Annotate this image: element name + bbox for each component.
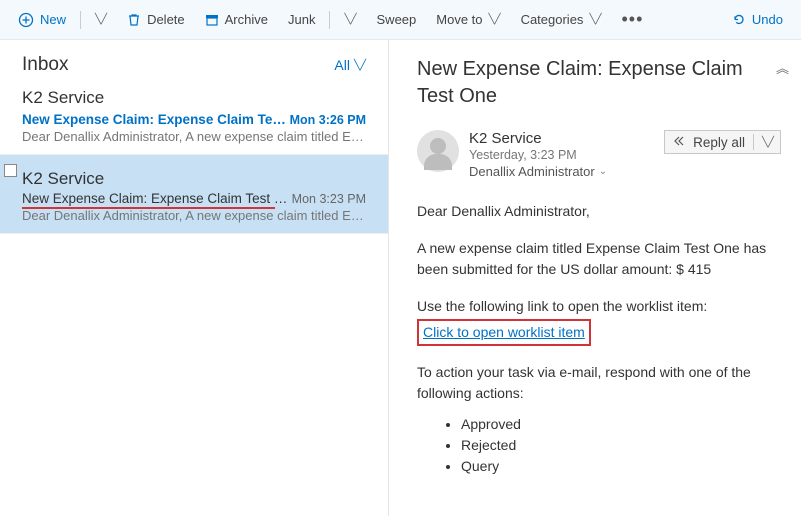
highlight-underline: [22, 207, 275, 209]
message-group: K2 Service New Expense Claim: Expense Cl…: [0, 82, 388, 155]
message-from: K2 Service: [0, 82, 388, 108]
recipient: Denallix Administrator ⌄: [469, 164, 654, 179]
filter-label: All: [334, 57, 350, 73]
body-greeting: Dear Denallix Administrator,: [417, 201, 781, 222]
separator: [753, 134, 754, 150]
ellipsis-icon: •••: [621, 9, 643, 30]
trash-icon: [127, 13, 141, 27]
expand-recipients-icon[interactable]: ⌄: [599, 166, 607, 177]
message-from: K2 Service: [22, 163, 366, 189]
message-list-pane: Inbox All ╲╱ K2 Service New Expense Clai…: [0, 40, 389, 516]
new-dropdown[interactable]: ╲╱: [87, 10, 115, 29]
separator: [80, 11, 81, 29]
move-to-label: Move to: [436, 12, 482, 27]
separator: [329, 11, 330, 29]
toolbar: New ╲╱ Delete Archive Junk ╲╱ Sweep Move…: [0, 0, 801, 40]
delete-label: Delete: [147, 12, 185, 27]
junk-label: Junk: [288, 12, 315, 27]
actions-list: Approved Rejected Query: [417, 414, 781, 477]
chevron-down-icon: ╲╱: [354, 60, 366, 71]
move-to-button[interactable]: Move to ╲╱: [428, 8, 508, 31]
archive-icon: [205, 13, 219, 27]
highlighted-link-box: Click to open worklist item: [417, 319, 591, 346]
junk-button[interactable]: Junk: [280, 8, 323, 31]
sweep-label: Sweep: [377, 12, 417, 27]
archive-label: Archive: [225, 12, 268, 27]
message-preview: Dear Denallix Administrator, A new expen…: [22, 129, 366, 144]
select-checkbox[interactable]: [4, 164, 17, 177]
message-group: K2 Service New Expense Claim: Expense Cl…: [0, 155, 388, 234]
reading-pane: ︽ New Expense Claim: Expense Claim Test …: [389, 40, 801, 516]
undo-label: Undo: [752, 12, 783, 27]
body-paragraph: To action your task via e-mail, respond …: [417, 362, 781, 404]
chevron-down-icon[interactable]: ╲╱: [762, 137, 774, 148]
main-split: Inbox All ╲╱ K2 Service New Expense Clai…: [0, 40, 801, 516]
worklist-link[interactable]: Click to open worklist item: [423, 324, 585, 340]
collapse-icon[interactable]: ︽: [776, 58, 789, 77]
reply-all-label: Reply all: [693, 135, 745, 150]
categories-label: Categories: [521, 12, 584, 27]
chevron-down-icon: ╲╱: [489, 14, 501, 25]
undo-button[interactable]: Undo: [723, 8, 791, 31]
message-time: Mon 3:23 PM: [292, 192, 366, 206]
body-paragraph: Use the following link to open the workl…: [417, 296, 781, 317]
message-time: Mon 3:26 PM: [290, 113, 366, 127]
new-label: New: [40, 12, 66, 27]
action-item: Rejected: [461, 435, 781, 456]
chevron-down-icon: ╲╱: [344, 14, 356, 25]
filter-dropdown[interactable]: All ╲╱: [334, 57, 366, 73]
reply-all-icon: [673, 135, 687, 150]
recipient-name: Denallix Administrator: [469, 164, 595, 179]
delete-button[interactable]: Delete: [119, 8, 193, 31]
chevron-down-icon: ╲╱: [589, 14, 601, 25]
message-item[interactable]: New Expense Claim: Expense Claim Test Tw…: [0, 108, 388, 155]
message-item[interactable]: K2 Service New Expense Claim: Expense Cl…: [0, 155, 388, 234]
action-item: Query: [461, 456, 781, 477]
email-subject: New Expense Claim: Expense Claim Test On…: [417, 56, 781, 110]
more-actions-button[interactable]: •••: [613, 5, 651, 34]
action-item: Approved: [461, 414, 781, 435]
new-button[interactable]: New: [10, 8, 74, 32]
email-body: Dear Denallix Administrator, A new expen…: [417, 201, 781, 477]
folder-title: Inbox: [22, 54, 68, 76]
sender-name: K2 Service: [469, 130, 654, 147]
message-preview: Dear Denallix Administrator, A new expen…: [22, 208, 366, 223]
sent-date: Yesterday, 3:23 PM: [469, 148, 654, 162]
undo-icon: [731, 12, 746, 27]
avatar: [417, 130, 459, 172]
list-header: Inbox All ╲╱: [0, 40, 388, 82]
sweep-button[interactable]: Sweep: [369, 8, 425, 31]
categories-button[interactable]: Categories ╲╱: [513, 8, 610, 31]
sender-row: K2 Service Yesterday, 3:23 PM Denallix A…: [417, 130, 781, 179]
sender-meta: K2 Service Yesterday, 3:23 PM Denallix A…: [469, 130, 654, 179]
chevron-down-icon: ╲╱: [95, 14, 107, 25]
junk-dropdown[interactable]: ╲╱: [336, 10, 364, 29]
message-subject: New Expense Claim: Expense Claim Test On…: [22, 191, 292, 206]
message-subject: New Expense Claim: Expense Claim Test Tw…: [22, 112, 290, 127]
reply-all-button[interactable]: Reply all ╲╱: [664, 130, 781, 154]
plus-circle-icon: [18, 12, 34, 28]
archive-button[interactable]: Archive: [197, 8, 276, 31]
body-paragraph: A new expense claim titled Expense Claim…: [417, 238, 781, 280]
